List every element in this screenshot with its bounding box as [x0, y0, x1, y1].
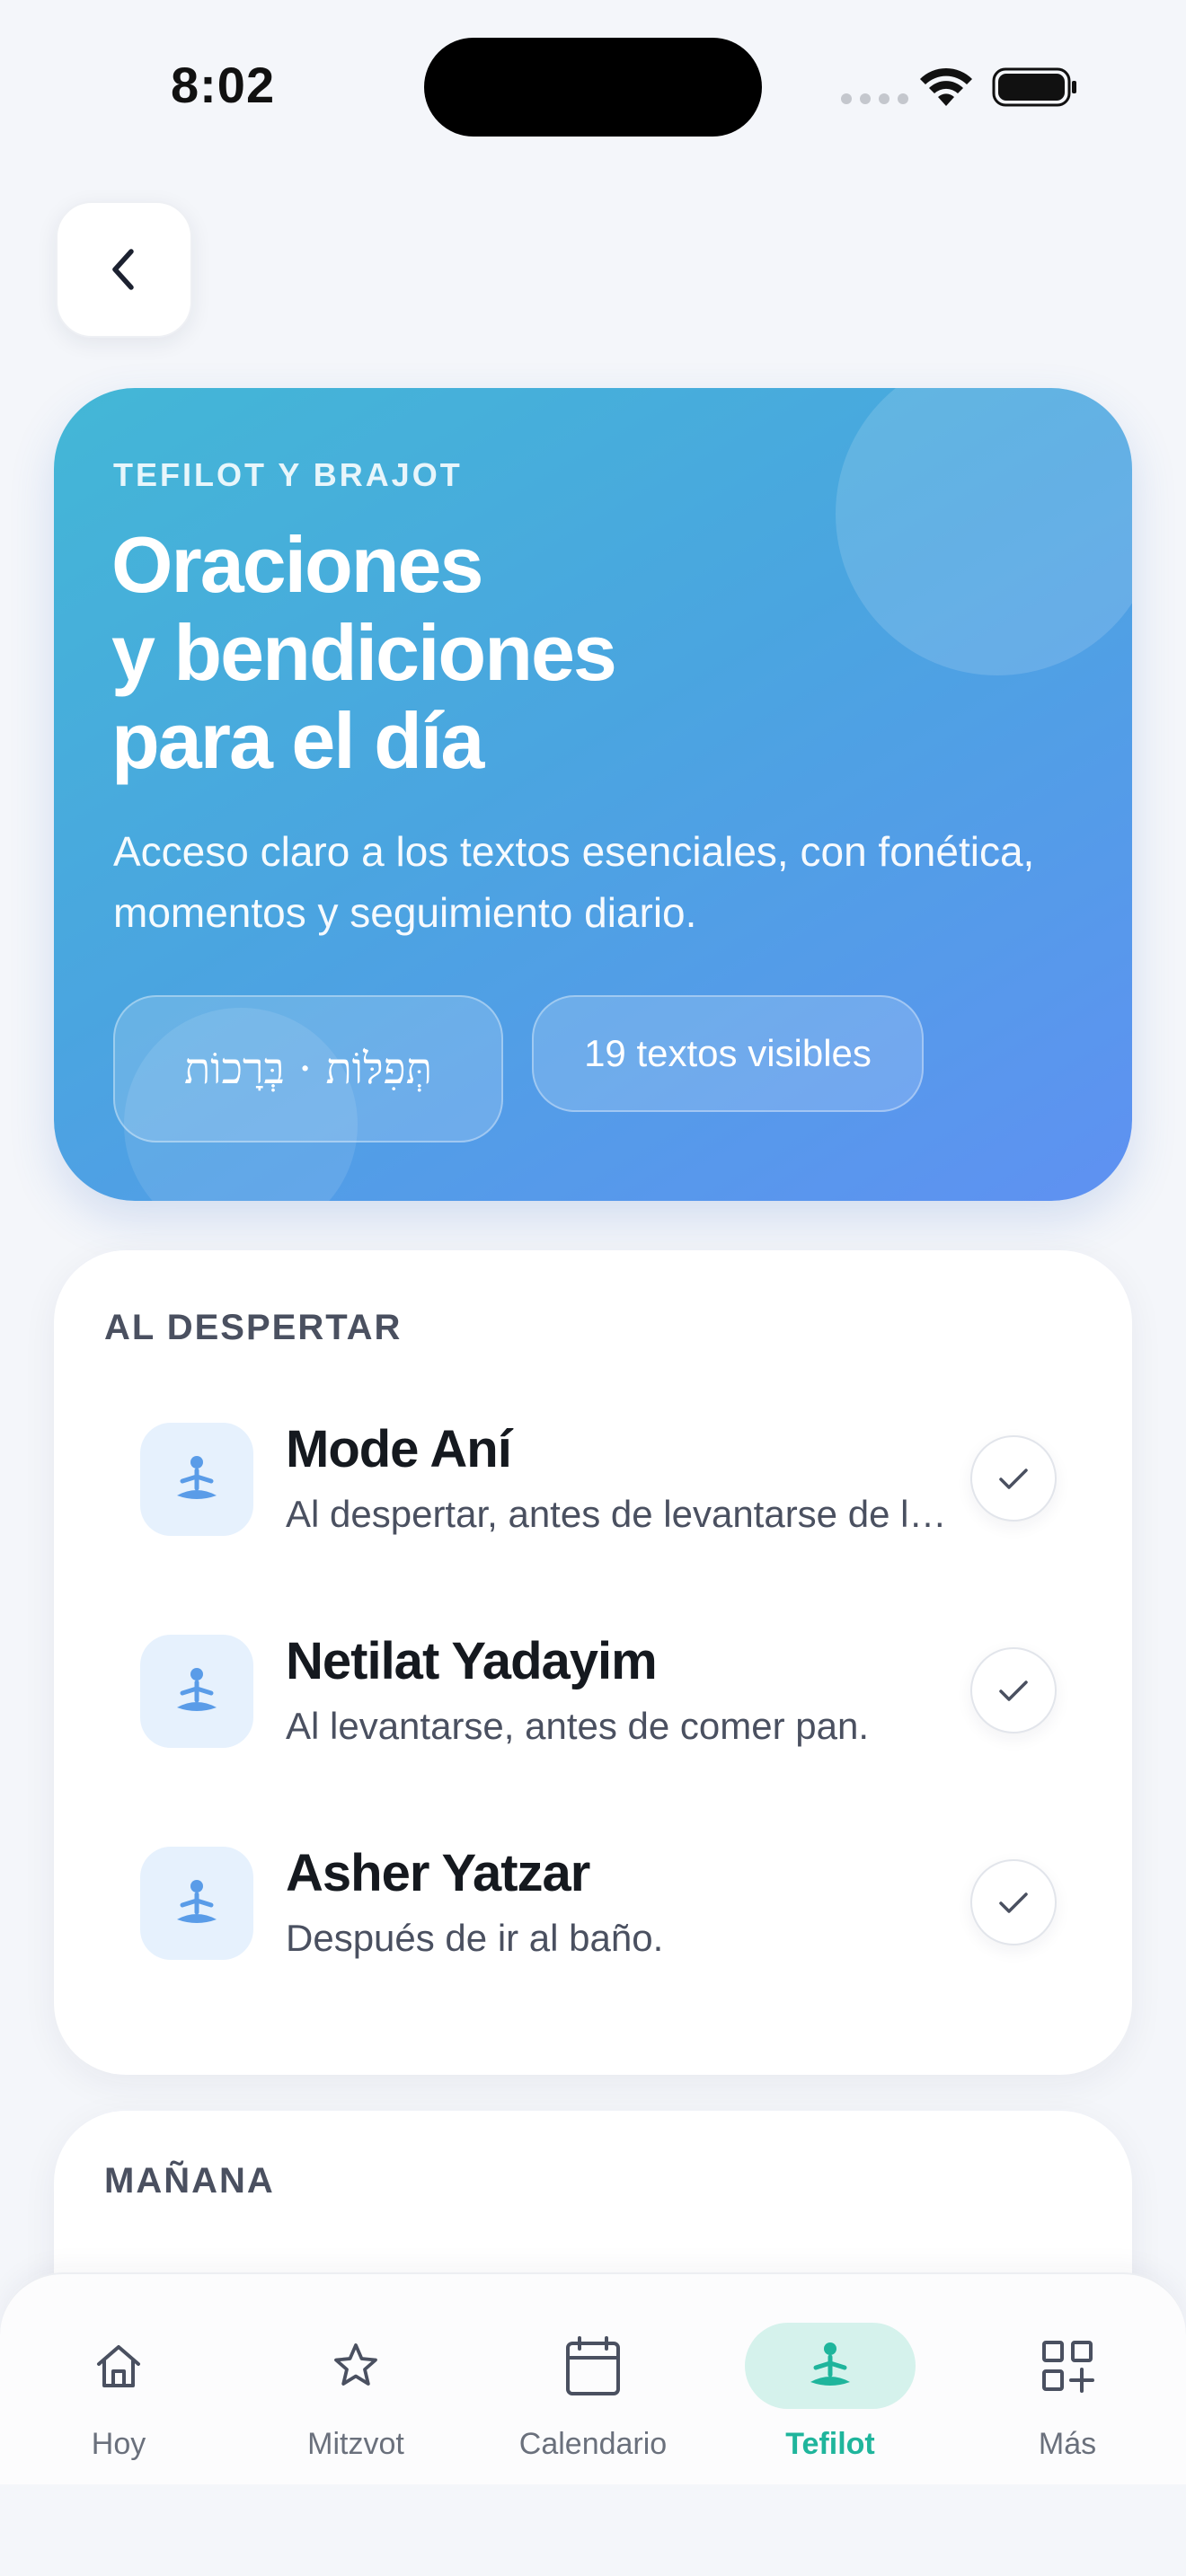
check-button[interactable] — [970, 1435, 1057, 1522]
prayer-icon — [140, 1635, 253, 1748]
tab-label: Calendario — [518, 2427, 668, 2461]
item-title: Asher Yatzar — [286, 1844, 590, 1902]
prayer-icon — [140, 1847, 253, 1960]
texts-count-chip: 19 textos visibles — [532, 995, 924, 1112]
item-title: Mode Aní — [286, 1420, 512, 1478]
bottom-tab-bar: Hoy Mitzvot Calendario Tefilot Más — [0, 2272, 1186, 2484]
hero-title: Oraciones y bendiciones para el día — [111, 521, 920, 785]
tab-mitzvot[interactable]: Mitzvot — [237, 2274, 474, 2486]
home-indicator-area — [0, 2484, 1186, 2576]
hero-title-line: para el día — [111, 696, 484, 785]
tab-label: Hoy — [91, 2427, 146, 2461]
list-item-asher-yatzar[interactable]: Asher Yatzar Después de ir al baño. — [140, 1844, 1075, 1963]
back-button[interactable] — [56, 201, 192, 338]
list-item-netilat-yadayim[interactable]: Netilat Yadayim Al levantarse, antes de … — [140, 1632, 1075, 1751]
hero-title-line: Oraciones — [111, 520, 483, 609]
hebrew-chip: תְּפִלּוֹת · בְּרָכוֹת — [113, 995, 503, 1142]
status-bar: 8:02 — [0, 0, 1186, 171]
check-icon — [999, 1892, 1028, 1913]
hero-card: TEFILOT Y BRAJOT Oraciones y bendiciones… — [54, 388, 1132, 1201]
cellular-signal-icon — [841, 93, 908, 104]
tab-label: Tefilot — [785, 2427, 875, 2461]
item-title: Netilat Yadayim — [286, 1632, 658, 1690]
check-button[interactable] — [970, 1859, 1057, 1945]
star-icon — [270, 2323, 441, 2409]
chevron-left-icon — [112, 249, 134, 290]
prayer-icon — [140, 1423, 253, 1536]
tab-hoy[interactable]: Hoy — [0, 2274, 237, 2486]
tab-calendario[interactable]: Calendario — [474, 2274, 712, 2486]
item-description: Después de ir al baño. — [286, 1917, 664, 1959]
check-button[interactable] — [970, 1647, 1057, 1734]
section-title: AL DESPERTAR — [104, 1308, 403, 1347]
check-icon — [999, 1469, 1028, 1489]
list-item-mode-ani[interactable]: Mode Aní Al despertar, antes de levantar… — [140, 1420, 1075, 1539]
status-time: 8:02 — [171, 57, 276, 113]
wifi-icon — [920, 67, 972, 106]
tab-mas[interactable]: Más — [949, 2274, 1186, 2486]
hero-subtitle: Acceso claro a los textos esenciales, co… — [113, 828, 1035, 936]
tab-label: Mitzvot — [307, 2427, 404, 2461]
calendar-icon — [508, 2323, 678, 2409]
check-icon — [999, 1681, 1028, 1701]
section-title: MAÑANA — [104, 2161, 275, 2201]
battery-icon — [992, 67, 1076, 107]
item-description: Al levantarse, antes de comer pan. — [286, 1705, 870, 1747]
home-icon — [33, 2323, 204, 2409]
prayer-icon — [745, 2323, 916, 2409]
tab-label: Más — [1038, 2427, 1097, 2461]
tab-tefilot[interactable]: Tefilot — [712, 2274, 949, 2486]
hero-eyebrow: TEFILOT Y BRAJOT — [113, 456, 463, 493]
grid-plus-icon — [982, 2323, 1153, 2409]
hero-title-line: y bendiciones — [111, 608, 617, 697]
item-description: Al despertar, antes de levantarse de la … — [286, 1493, 951, 1535]
section-card-al-despertar: AL DESPERTAR Mode Aní Al despertar, ante… — [54, 1250, 1132, 2075]
dynamic-island — [424, 38, 762, 137]
